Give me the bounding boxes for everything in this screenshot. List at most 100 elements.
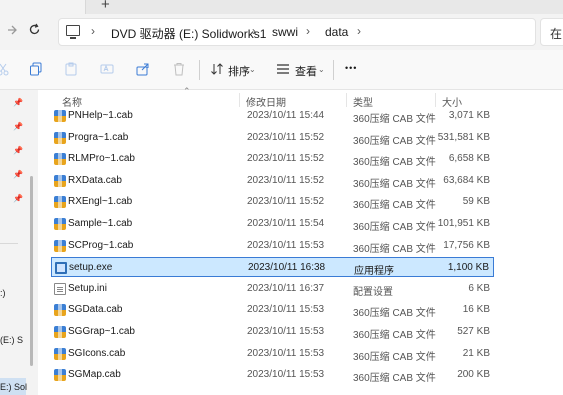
file-name: setup.exe — [69, 262, 113, 274]
table-row[interactable]: SGIcons.cab 2023/10/11 15:53 360压缩 CAB 文件 2… — [51, 344, 494, 364]
file-type: 360压缩 CAB 文件 — [353, 351, 436, 363]
file-type: 360压缩 CAB 文件 — [353, 330, 436, 341]
table-row[interactable]: Setup.ini 2023/10/11 16:37 配置设置 6 KB — [51, 279, 494, 299]
sort-caret-icon: ⌃ — [183, 86, 191, 96]
active-tab[interactable] — [0, 0, 86, 14]
forward-arrow-icon[interactable] — [6, 23, 18, 39]
file-name: Sample~1.cab — [68, 218, 133, 229]
new-tab-button[interactable]: + — [101, 0, 110, 13]
chevron-right-icon[interactable]: › — [91, 24, 95, 38]
address-row: › DVD 驱动器 (E:) Solidworks1 › swwi › data… — [0, 14, 563, 50]
toolbar-divider — [199, 60, 200, 80]
pin-icon[interactable]: 📌 — [13, 194, 23, 203]
file-date: 2023/10/11 16:37 — [247, 282, 325, 294]
nav-item-drive-e[interactable]: (E:) S — [0, 335, 23, 345]
cut-icon[interactable] — [0, 62, 10, 76]
file-date: 2023/10/11 15:44 — [247, 110, 325, 121]
file-size: 63,684 KB — [443, 174, 490, 186]
file-name: PNHelp~1.cab — [68, 110, 133, 121]
table-row[interactable]: SCProg~1.cab 2023/10/11 15:53 360压缩 CAB 文件… — [51, 236, 494, 256]
file-date: 2023/10/11 15:52 — [247, 196, 325, 208]
table-row[interactable]: Progra~1.cab 2023/10/11 15:52 360压缩 CAB 文件… — [51, 128, 494, 148]
search-input[interactable]: 在 — [540, 18, 563, 46]
file-date: 2023/10/11 15:53 — [247, 369, 325, 381]
file-name: Progra~1.cab — [68, 131, 129, 143]
nav-divider — [0, 243, 18, 244]
breadcrumb-swwi[interactable]: swwi — [272, 25, 298, 39]
nav-scrollbar[interactable] — [30, 176, 33, 366]
table-row[interactable]: RXEngl~1.cab 2023/10/11 15:52 360压缩 CAB 文件… — [51, 192, 494, 212]
file-size: 527 KB — [457, 326, 490, 337]
pin-icon[interactable]: 📌 — [13, 170, 23, 179]
table-row[interactable]: RXData.cab 2023/10/11 15:52 360压缩 CAB 文件 63… — [51, 171, 494, 191]
file-size: 3,071 KB — [448, 110, 490, 121]
computer-icon — [66, 25, 80, 39]
cab-icon — [54, 218, 66, 230]
file-date: 2023/10/11 15:53 — [247, 326, 325, 337]
table-row[interactable]: RLMPro~1.cab 2023/10/11 15:52 360压缩 CAB 文件… — [51, 149, 494, 169]
pin-icon[interactable]: 📌 — [13, 122, 23, 131]
cab-icon — [54, 196, 66, 209]
file-size: 17,756 KB — [443, 239, 490, 251]
search-placeholder: 在 — [550, 27, 563, 41]
paste-icon[interactable] — [64, 62, 78, 76]
table-row-selected[interactable]: setup.exe 2023/10/11 16:38 应用程序 1,100 KB — [51, 257, 494, 278]
tab-strip: + — [0, 0, 563, 14]
nav-item-selected[interactable]: E:) Sol — [0, 378, 28, 395]
share-icon[interactable] — [136, 62, 150, 76]
file-name: SGGrap~1.cab — [68, 326, 135, 337]
table-row[interactable]: Sample~1.cab 2023/10/11 15:54 360压缩 CAB 文件… — [51, 214, 494, 234]
exe-icon — [55, 262, 67, 275]
file-name: SCProg~1.cab — [68, 239, 134, 251]
file-type: 360压缩 CAB 文件 — [353, 222, 436, 233]
file-type: 360压缩 CAB 文件 — [353, 135, 436, 147]
file-type: 360压缩 CAB 文件 — [353, 200, 436, 212]
file-name: RXEngl~1.cab — [68, 196, 133, 208]
chevron-right-icon[interactable]: › — [357, 24, 361, 38]
file-type: 应用程序 — [354, 266, 394, 278]
file-size: 1,100 KB — [447, 262, 489, 274]
more-options-button[interactable]: ••• — [345, 63, 357, 73]
view-icon[interactable] — [276, 62, 290, 76]
chevron-down-icon[interactable]: ⌄ — [318, 65, 325, 74]
nav-item-selected-label: E:) Sol — [0, 382, 28, 392]
file-date: 2023/10/11 15:52 — [247, 131, 325, 143]
command-bar: 排序 ⌄ 查看 ⌄ ••• — [0, 50, 563, 90]
breadcrumb-data[interactable]: data — [325, 25, 348, 39]
column-divider[interactable] — [435, 93, 436, 107]
address-bar[interactable]: › DVD 驱动器 (E:) Solidworks1 › swwi › data… — [58, 18, 536, 46]
rename-icon[interactable] — [100, 62, 114, 76]
pin-icon[interactable]: 📌 — [13, 146, 23, 155]
breadcrumb-drive[interactable]: DVD 驱动器 (E:) Solidworks1 — [111, 25, 266, 42]
column-divider[interactable] — [239, 93, 240, 107]
view-button[interactable]: 查看 — [295, 63, 317, 79]
delete-icon[interactable] — [172, 62, 186, 76]
file-name: RLMPro~1.cab — [68, 153, 135, 165]
cab-icon — [54, 347, 66, 360]
refresh-icon[interactable] — [28, 23, 41, 39]
table-row[interactable]: PNHelp~1.cab 2023/10/11 15:44 360压缩 CAB 文件… — [51, 106, 494, 126]
file-date: 2023/10/11 15:52 — [247, 153, 325, 165]
file-list: ⌃ 名称 修改日期 类型 大小 PNHelp~1.cab 2023/10/11 1… — [38, 86, 563, 395]
table-row[interactable]: SGMap.cab 2023/10/11 15:53 360压缩 CAB 文件 200… — [51, 365, 494, 385]
file-name: RXData.cab — [68, 174, 122, 186]
table-row[interactable]: SGGrap~1.cab 2023/10/11 15:53 360压缩 CAB 文件… — [51, 322, 494, 342]
file-name: SGData.cab — [68, 304, 123, 316]
sort-icon[interactable] — [210, 62, 224, 76]
file-date: 2023/10/11 16:38 — [248, 262, 326, 274]
pin-icon[interactable]: 📌 — [13, 98, 23, 107]
chevron-right-icon[interactable]: › — [252, 24, 256, 38]
chevron-right-icon[interactable]: › — [306, 24, 310, 38]
navigation-pane: 📌 📌 📌 📌 📌 :) (E:) S — [0, 90, 33, 395]
file-name: SGIcons.cab — [68, 347, 126, 359]
copy-icon[interactable] — [29, 62, 43, 76]
table-row[interactable]: SGData.cab 2023/10/11 15:53 360压缩 CAB 文件 16… — [51, 300, 494, 320]
column-divider[interactable] — [346, 93, 347, 107]
sort-button[interactable]: 排序 — [228, 63, 250, 79]
file-type: 配置设置 — [353, 286, 393, 298]
cab-icon — [54, 304, 66, 317]
file-size: 21 KB — [462, 347, 490, 359]
chevron-down-icon[interactable]: ⌄ — [249, 65, 256, 74]
cab-icon — [54, 239, 66, 252]
nav-item[interactable]: :) — [0, 288, 6, 298]
